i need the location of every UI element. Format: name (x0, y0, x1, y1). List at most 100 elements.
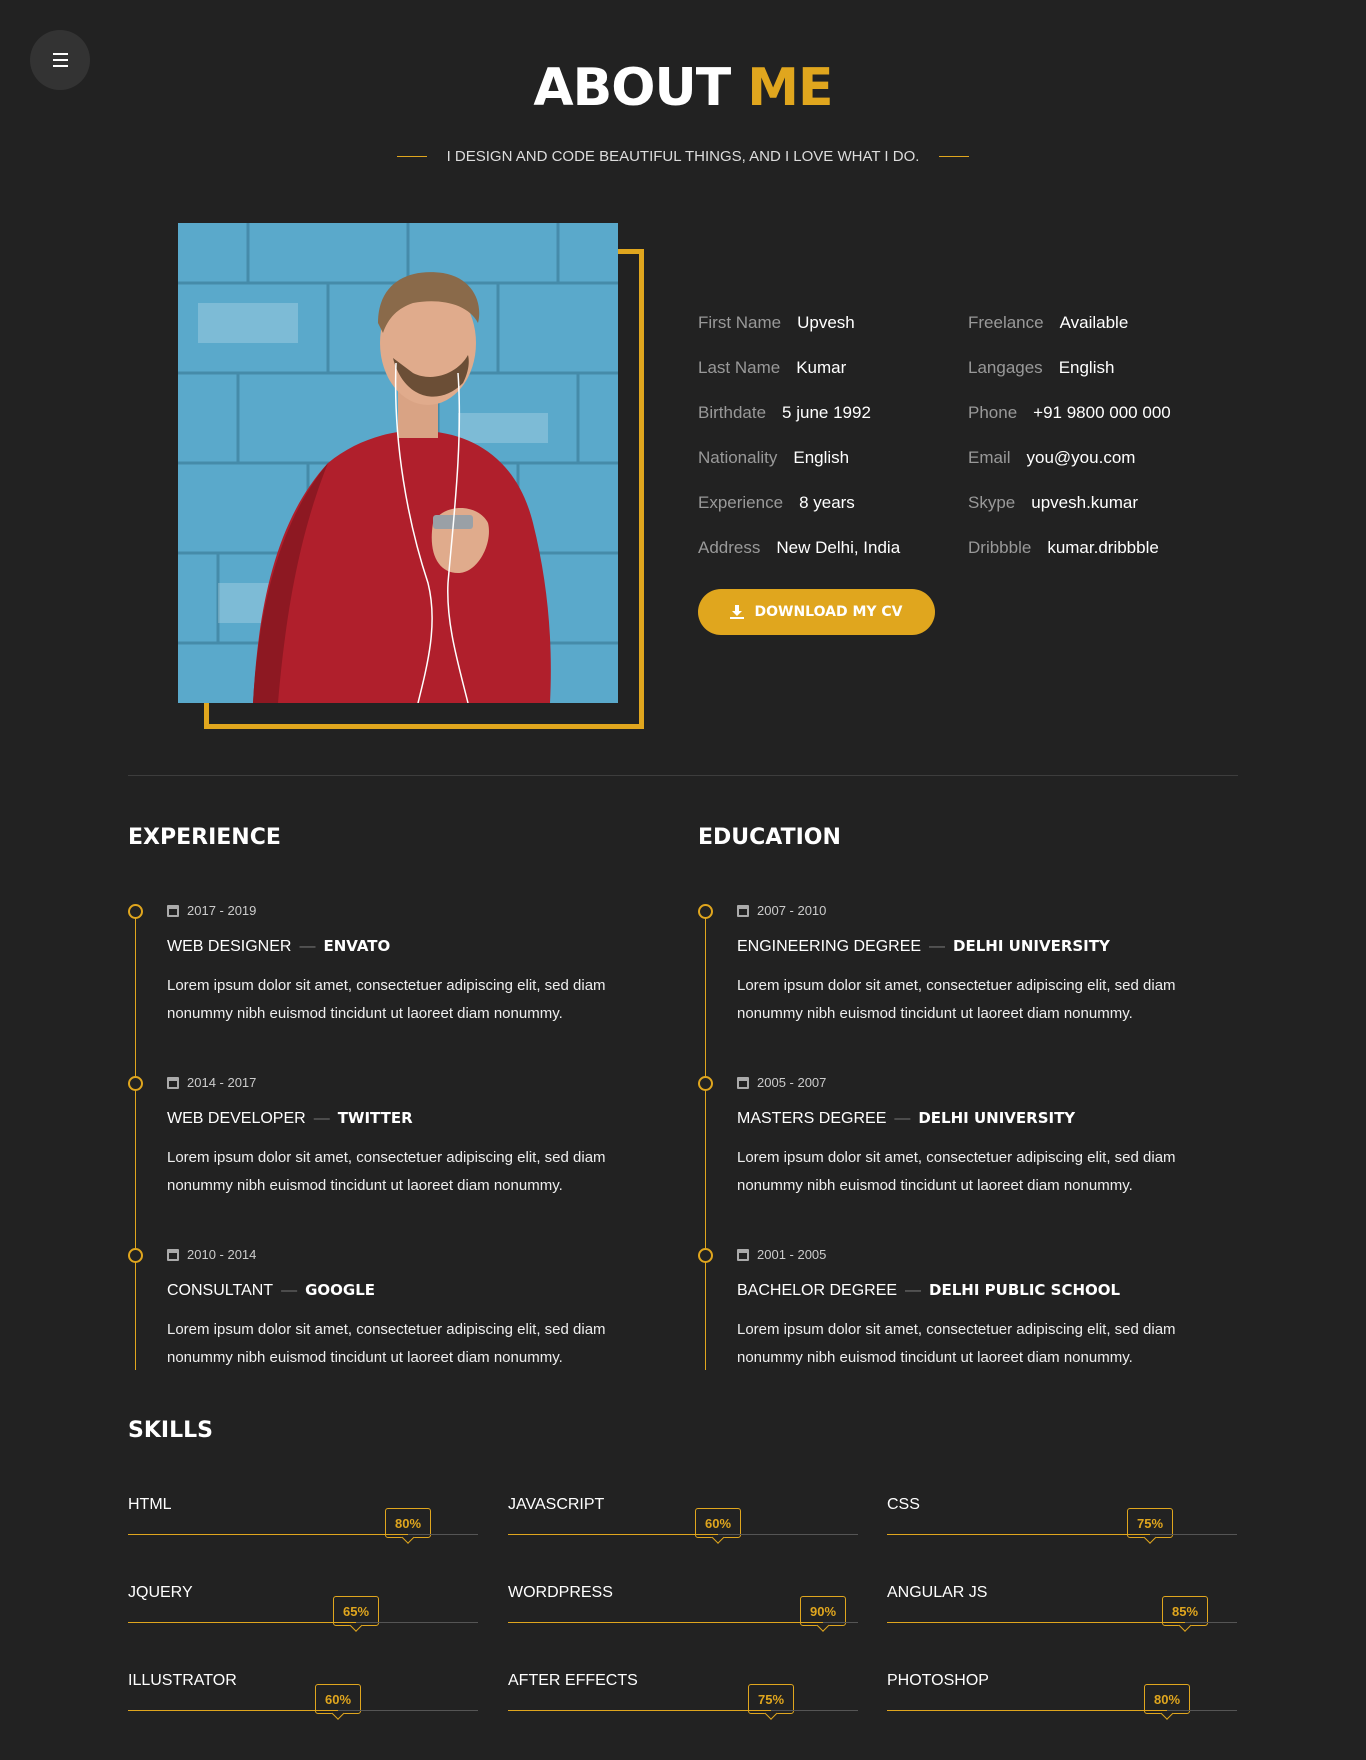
subtitle-right-line (939, 156, 970, 157)
title-part2: ME (747, 58, 833, 118)
skill-track (128, 1710, 478, 1711)
role-text: BACHELOR DEGREE (737, 1282, 898, 1299)
skill-track (887, 1622, 1237, 1623)
timeline-role: WEB DEVELOPER — TWITTER (167, 1109, 413, 1128)
calendar-icon (167, 904, 179, 917)
personal-info: First Name Upvesh Freelance Available Last N… (698, 313, 1218, 583)
timeline-description: Lorem ipsum dolor sit amet, consectetuer… (737, 1321, 1176, 1366)
info-value: upvesh.kumar (1031, 493, 1139, 512)
info-value: kumar.dribbble (1047, 538, 1159, 557)
profile-photo (178, 223, 618, 703)
timeline-date: 2001 - 2005 (737, 1247, 826, 1262)
skill-fill (128, 1710, 338, 1711)
section-divider (128, 775, 1238, 776)
info-row: Langages English (968, 358, 1218, 403)
date-text: 2014 - 2017 (187, 1075, 257, 1090)
timeline-date: 2010 - 2014 (167, 1247, 256, 1262)
role-separator: — (299, 938, 316, 955)
info-row: Nationality English (698, 448, 968, 493)
info-value: +91 9800 000 000 (1033, 403, 1171, 422)
info-label: Birthdate (698, 403, 767, 422)
skill-track (128, 1622, 478, 1623)
timeline-description: Lorem ipsum dolor sit amet, consectetuer… (167, 1321, 606, 1366)
download-icon (730, 605, 745, 619)
skill-name: JAVASCRIPT (508, 1496, 605, 1513)
info-value: Upvesh (797, 313, 855, 332)
timeline-dot (128, 1248, 143, 1263)
role-text: WEB DESIGNER (167, 938, 292, 955)
info-value: Kumar (796, 358, 847, 377)
info-label: Phone (968, 403, 1018, 422)
org-text: DELHI UNIVERSITY (918, 1109, 1076, 1127)
info-value: English (793, 448, 850, 467)
skill-fill (887, 1710, 1167, 1711)
download-cv-button[interactable]: DOWNLOAD MY CV (698, 589, 935, 635)
info-label: Skype (968, 493, 1016, 512)
info-label: Langages (968, 358, 1043, 377)
role-separator: — (929, 938, 946, 955)
skill-item: ANGULAR JS 85% (887, 1584, 1237, 1644)
skill-fill (508, 1622, 823, 1623)
org-text: DELHI PUBLIC SCHOOL (929, 1281, 1121, 1299)
info-label: First Name (698, 313, 782, 332)
skill-track (508, 1534, 858, 1535)
page-title: ABOUT ME (0, 58, 1366, 118)
timeline-date: 2005 - 2007 (737, 1075, 826, 1090)
info-row: First Name Upvesh (698, 313, 968, 358)
calendar-icon (737, 1248, 749, 1261)
skill-track (508, 1622, 858, 1623)
timeline-date: 2014 - 2017 (167, 1075, 256, 1090)
skill-track (508, 1710, 858, 1711)
skill-name: AFTER EFFECTS (508, 1672, 638, 1689)
skill-item: JQUERY 65% (128, 1584, 478, 1644)
timeline-role: BACHELOR DEGREE — DELHI PUBLIC SCHOOL (737, 1281, 1120, 1300)
skill-item: JAVASCRIPT 60% (508, 1496, 858, 1556)
info-row: Email you@you.com (968, 448, 1218, 493)
info-row: Last Name Kumar (698, 358, 968, 403)
info-row: Dribbble kumar.dribbble (968, 538, 1218, 583)
info-label: Address (698, 538, 761, 557)
skill-item: AFTER EFFECTS 75% (508, 1672, 858, 1732)
subtitle-left-line (396, 156, 427, 157)
skill-name: PHOTOSHOP (887, 1672, 989, 1689)
role-text: MASTERS DEGREE (737, 1110, 887, 1127)
skill-track (887, 1710, 1237, 1711)
skill-item: WORDPRESS 90% (508, 1584, 858, 1644)
hamburger-icon (52, 53, 68, 55)
timeline-description: Lorem ipsum dolor sit amet, consectetuer… (167, 1149, 606, 1194)
timeline-role: ENGINEERING DEGREE — DELHI UNIVERSITY (737, 937, 1110, 956)
info-row: Phone +91 9800 000 000 (968, 403, 1218, 448)
role-text: CONSULTANT (167, 1282, 274, 1299)
page-subtitle: I DESIGN AND CODE BEAUTIFUL THINGS, AND … (0, 148, 1366, 165)
timeline-role: WEB DESIGNER — ENVATO (167, 937, 390, 956)
experience-timeline: 2017 - 2019 WEB DESIGNER — ENVATO Lorem ipsu… (128, 900, 628, 1370)
calendar-icon (737, 1076, 749, 1089)
skill-item: ILLUSTRATOR 60% (128, 1672, 478, 1732)
skill-name: JQUERY (128, 1584, 193, 1601)
subtitle-text: I DESIGN AND CODE BEAUTIFUL THINGS, AND … (446, 148, 920, 165)
education-title: EDUCATION (698, 825, 841, 850)
skill-fill (128, 1622, 356, 1623)
skill-name: HTML (128, 1496, 172, 1513)
skill-item: HTML 80% (128, 1496, 478, 1556)
info-value: 8 years (799, 493, 855, 512)
info-label: Experience (698, 493, 784, 512)
info-label: Nationality (698, 448, 778, 467)
calendar-icon (737, 904, 749, 917)
skill-item: PHOTOSHOP 80% (887, 1672, 1237, 1732)
info-value: English (1058, 358, 1115, 377)
info-row: Skype upvesh.kumar (968, 493, 1218, 538)
timeline-date: 2017 - 2019 (167, 903, 256, 918)
info-label: Email (968, 448, 1011, 467)
date-text: 2005 - 2007 (757, 1075, 827, 1090)
experience-title: EXPERIENCE (128, 825, 281, 850)
timeline-date: 2007 - 2010 (737, 903, 826, 918)
skill-name: ILLUSTRATOR (128, 1672, 237, 1689)
role-separator: — (894, 1110, 911, 1127)
timeline-description: Lorem ipsum dolor sit amet, consectetuer… (737, 1149, 1176, 1194)
org-text: ENVATO (323, 937, 391, 955)
org-text: TWITTER (337, 1109, 413, 1127)
org-text: DELHI UNIVERSITY (953, 937, 1110, 955)
timeline-role: MASTERS DEGREE — DELHI UNIVERSITY (737, 1109, 1075, 1128)
info-label: Last Name (698, 358, 781, 377)
